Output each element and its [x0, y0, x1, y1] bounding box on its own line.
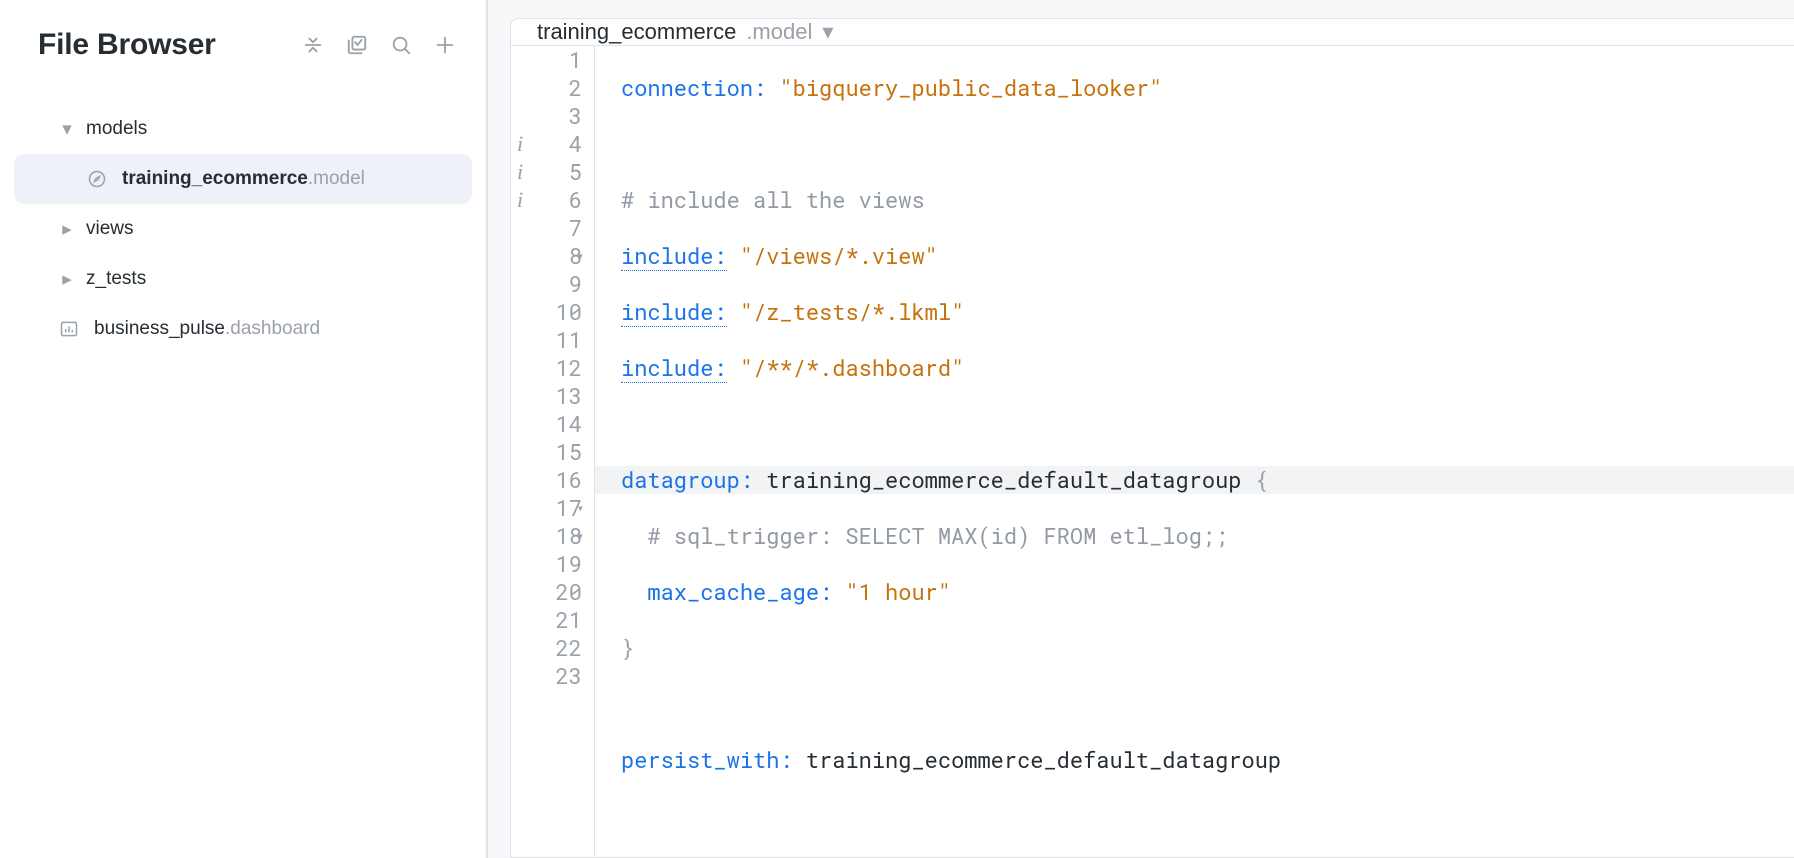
sidebar-title: File Browser: [38, 28, 300, 62]
folder-label: models: [86, 118, 147, 140]
folder-z-tests[interactable]: ▸ z_tests: [0, 254, 486, 304]
file-label: training_ecommerce.model: [122, 168, 365, 190]
sidebar-actions: [300, 32, 458, 58]
tab-name: training_ecommerce: [537, 19, 736, 45]
info-icon: i: [517, 158, 523, 186]
fold-icon[interactable]: ▾: [577, 522, 584, 550]
file-training-ecommerce-model[interactable]: training_ecommerce.model: [14, 154, 472, 204]
sidebar-header: File Browser: [0, 28, 486, 80]
editor-tab-bar: training_ecommerce .model ▾: [511, 19, 1794, 46]
file-browser-sidebar: File Browser ▾ models training_eco: [0, 0, 488, 858]
chevron-down-icon: ▾: [822, 19, 833, 45]
editor-card: training_ecommerce .model ▾ 1 2 3 i4 i5 i…: [510, 18, 1794, 858]
info-icon: i: [517, 130, 523, 158]
chevron-right-icon: ▸: [58, 218, 76, 241]
dashboard-icon: [58, 318, 80, 340]
folder-label: views: [86, 218, 134, 240]
collapse-all-icon[interactable]: [300, 32, 326, 58]
info-icon: i: [517, 186, 523, 214]
code-body[interactable]: connection: "bigquery_public_data_looker…: [595, 46, 1794, 858]
search-icon[interactable]: [388, 32, 414, 58]
folder-label: z_tests: [86, 268, 146, 290]
code-editor[interactable]: 1 2 3 i4 i5 i6 7 8▾ 9 10 11 12 13 14 15 …: [511, 46, 1794, 858]
add-icon[interactable]: [432, 32, 458, 58]
bulk-select-icon[interactable]: [344, 32, 370, 58]
folder-views[interactable]: ▸ views: [0, 204, 486, 254]
tab-ext: .model: [746, 19, 812, 45]
chevron-down-icon: ▾: [58, 118, 76, 141]
fold-icon[interactable]: ▾: [577, 242, 584, 270]
gutter: 1 2 3 i4 i5 i6 7 8▾ 9 10 11 12 13 14 15 …: [511, 46, 595, 858]
editor-pane: training_ecommerce .model ▾ 1 2 3 i4 i5 i…: [488, 0, 1794, 858]
file-business-pulse-dashboard[interactable]: business_pulse.dashboard: [0, 304, 486, 354]
file-tree: ▾ models training_ecommerce.model ▸ view…: [0, 80, 486, 354]
compass-icon: [86, 168, 108, 190]
fold-icon[interactable]: ▾: [577, 494, 584, 522]
chevron-right-icon: ▸: [58, 268, 76, 291]
file-label: business_pulse.dashboard: [94, 318, 320, 340]
folder-models[interactable]: ▾ models: [0, 104, 486, 154]
active-file-tab[interactable]: training_ecommerce .model ▾: [537, 19, 833, 45]
